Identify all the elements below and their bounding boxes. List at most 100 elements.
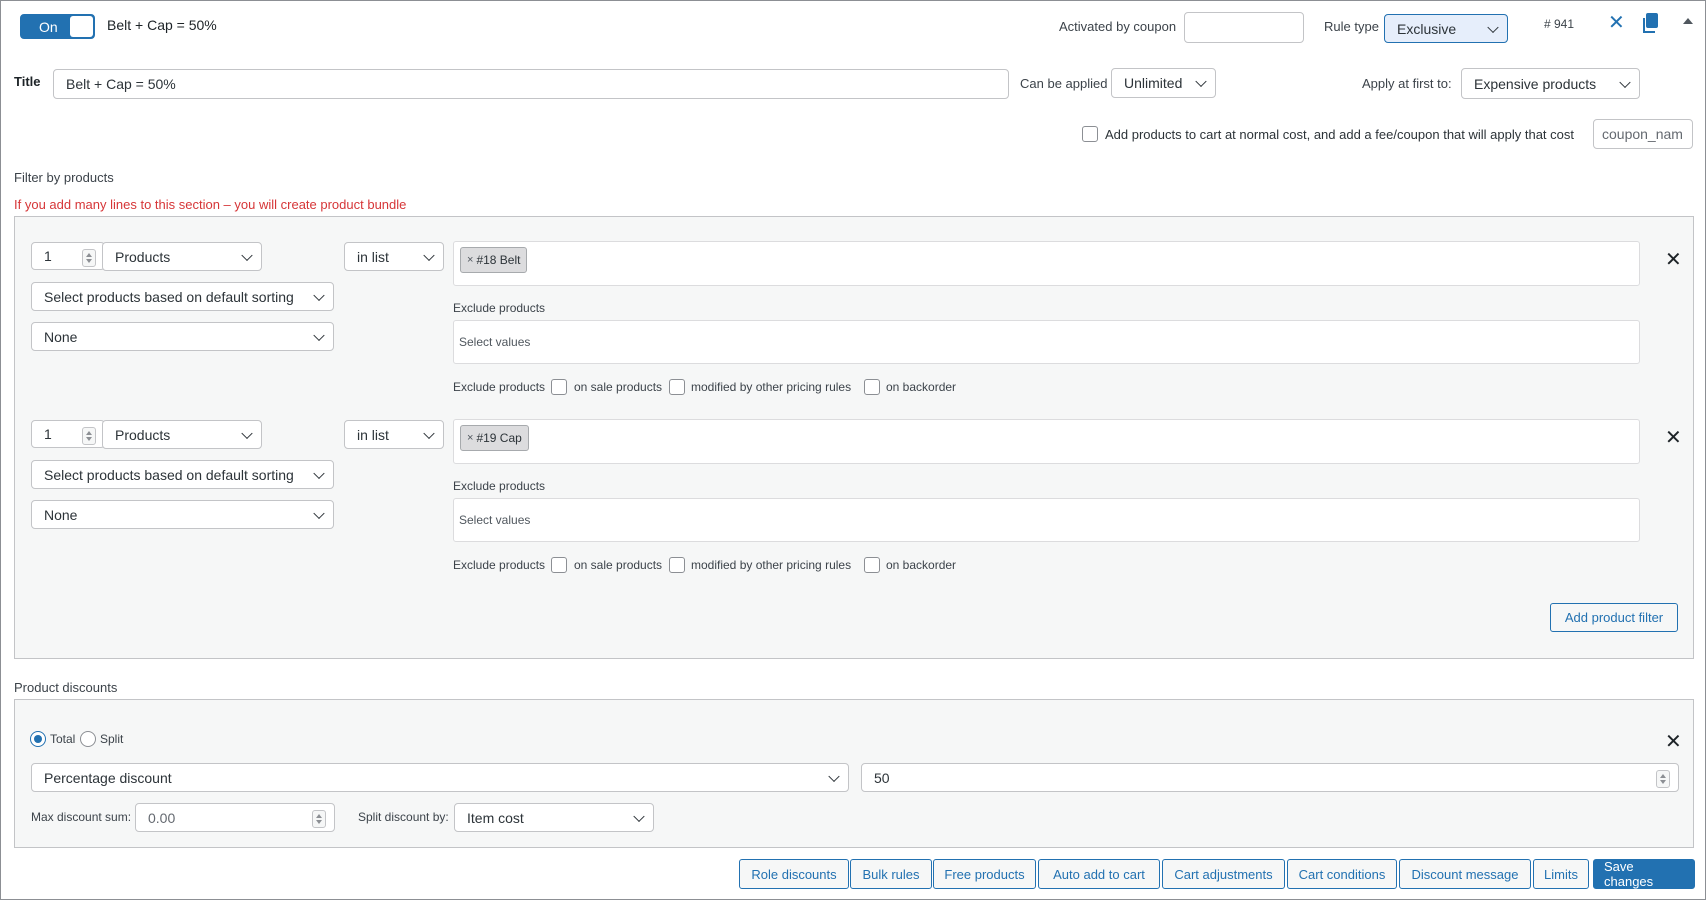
activated-by-coupon-label: Activated by coupon	[1059, 19, 1177, 34]
rule-type-select[interactable]: Exclusive	[1384, 14, 1508, 43]
qty-stepper[interactable]: 1	[31, 420, 105, 448]
modified-checkbox[interactable]	[669, 557, 685, 573]
stepper-arrows-icon[interactable]	[82, 427, 96, 445]
role-discounts-button[interactable]: Role discounts	[739, 859, 849, 889]
sorting-secondary-value: None	[44, 328, 78, 345]
rule-type-label: Rule type	[1324, 19, 1379, 34]
discounts-section-label: Product discounts	[14, 680, 118, 695]
exclude-options-label: Exclude products	[453, 558, 546, 572]
cart-adjustments-button[interactable]: Cart adjustments	[1162, 859, 1285, 889]
fee-coupon-checkbox[interactable]	[1082, 126, 1098, 142]
split-by-label: Split discount by:	[358, 810, 449, 824]
apply-first-label: Apply at first to:	[1362, 76, 1452, 91]
sorting-secondary-value: None	[44, 506, 78, 523]
qty-value: 1	[44, 248, 52, 264]
on-sale-label: on sale products	[574, 558, 663, 572]
stepper-arrows-icon[interactable]	[312, 810, 326, 828]
on-sale-checkbox[interactable]	[551, 557, 567, 573]
qty-stepper[interactable]: 1	[31, 242, 105, 270]
bulk-rules-button[interactable]: Bulk rules	[850, 859, 932, 889]
filter-operator-select[interactable]: in list	[344, 242, 444, 271]
chevron-down-icon	[313, 467, 325, 479]
on-sale-label: on sale products	[574, 380, 663, 394]
chevron-down-icon	[423, 427, 435, 439]
exclude-placeholder: Select values	[459, 335, 531, 349]
filter-operator-select[interactable]: in list	[344, 420, 444, 449]
exclude-options-label: Exclude products	[453, 380, 546, 394]
sorting-secondary-select[interactable]: None	[31, 322, 334, 351]
sorting-value: Select products based on default sorting	[44, 288, 294, 305]
backorder-checkbox[interactable]	[864, 379, 880, 395]
chevron-down-icon	[828, 770, 840, 782]
total-radio-label: Total	[50, 732, 76, 746]
discount-message-button[interactable]: Discount message	[1399, 859, 1531, 889]
product-values-box[interactable]: × #18 Belt	[453, 241, 1640, 286]
max-discount-input[interactable]: 0.00	[135, 803, 335, 832]
title-label: Title	[14, 74, 41, 89]
can-be-applied-value: Unlimited	[1124, 75, 1183, 91]
sorting-secondary-select[interactable]: None	[31, 500, 334, 529]
exclude-products-label: Exclude products	[453, 479, 546, 493]
on-sale-checkbox[interactable]	[551, 379, 567, 395]
filter-type-select[interactable]: Products	[102, 242, 262, 271]
cart-conditions-button[interactable]: Cart conditions	[1287, 859, 1397, 889]
filter-operator-value: in list	[357, 426, 389, 443]
filter-panel: 1 Products in list Select products based…	[14, 216, 1694, 659]
fee-coupon-label: Add products to cart at normal cost, and…	[1105, 127, 1574, 142]
modified-label: modified by other pricing rules	[691, 380, 852, 394]
auto-add-to-cart-button[interactable]: Auto add to cart	[1038, 859, 1160, 889]
chevron-down-icon	[1619, 76, 1631, 88]
discount-value: 50	[874, 769, 890, 786]
exclude-products-box[interactable]: Select values	[453, 320, 1640, 364]
split-radio[interactable]	[80, 731, 96, 747]
chevron-down-icon	[633, 810, 645, 822]
filter-type-select[interactable]: Products	[102, 420, 262, 449]
tag-remove-icon[interactable]: ×	[467, 254, 473, 266]
can-be-applied-select[interactable]: Unlimited	[1111, 68, 1216, 98]
title-input[interactable]: Belt + Cap = 50%	[53, 69, 1009, 99]
backorder-checkbox[interactable]	[864, 557, 880, 573]
exclude-products-box[interactable]: Select values	[453, 498, 1640, 542]
fee-coupon-name-input[interactable]: coupon_nam	[1593, 119, 1693, 149]
stepper-arrows-icon[interactable]	[82, 249, 96, 267]
remove-filter-icon[interactable]: ✕	[1665, 425, 1682, 450]
toggle-knob	[70, 16, 93, 37]
exclude-products-label: Exclude products	[453, 301, 546, 315]
close-icon[interactable]: ✕	[1608, 10, 1625, 35]
apply-first-select[interactable]: Expensive products	[1461, 68, 1640, 99]
remove-filter-icon[interactable]: ✕	[1665, 247, 1682, 272]
remove-discount-icon[interactable]: ✕	[1665, 729, 1682, 754]
copy-icon[interactable]	[1643, 13, 1658, 33]
rule-type-value: Exclusive	[1397, 20, 1457, 37]
activated-coupon-input[interactable]	[1184, 12, 1304, 43]
split-by-select[interactable]: Item cost	[454, 803, 654, 832]
discount-type-value: Percentage discount	[44, 769, 172, 786]
modified-label: modified by other pricing rules	[691, 558, 852, 572]
collapse-up-icon[interactable]	[1683, 18, 1693, 24]
add-product-filter-button[interactable]: Add product filter	[1550, 603, 1678, 632]
save-changes-button[interactable]: Save changes	[1593, 859, 1695, 889]
filter-type-value: Products	[115, 248, 171, 265]
discount-value-input[interactable]: 50	[861, 763, 1679, 792]
chevron-down-icon	[313, 329, 325, 341]
tag-remove-icon[interactable]: ×	[467, 432, 473, 444]
bundle-warning: If you add many lines to this section – …	[14, 197, 407, 212]
sorting-select[interactable]: Select products based on default sorting	[31, 460, 334, 489]
filter-section-label: Filter by products	[14, 170, 114, 185]
total-radio[interactable]	[30, 731, 46, 747]
modified-checkbox[interactable]	[669, 379, 685, 395]
free-products-button[interactable]: Free products	[933, 859, 1036, 889]
rule-editor: On Belt + Cap = 50% Activated by coupon …	[0, 0, 1706, 900]
chevron-down-icon	[1487, 21, 1499, 33]
chevron-down-icon	[423, 249, 435, 261]
rule-enabled-toggle[interactable]: On	[20, 14, 95, 39]
max-discount-placeholder: 0.00	[148, 809, 176, 826]
discount-type-select[interactable]: Percentage discount	[31, 763, 849, 792]
stepper-arrows-icon[interactable]	[1656, 770, 1670, 788]
limits-button[interactable]: Limits	[1533, 859, 1589, 889]
product-values-box[interactable]: × #19 Cap	[453, 419, 1640, 464]
can-be-applied-label: Can be applied	[1020, 76, 1108, 91]
sorting-select[interactable]: Select products based on default sorting	[31, 282, 334, 311]
rule-name-heading: Belt + Cap = 50%	[107, 17, 217, 33]
product-tag-label: #18 Belt	[476, 253, 521, 267]
